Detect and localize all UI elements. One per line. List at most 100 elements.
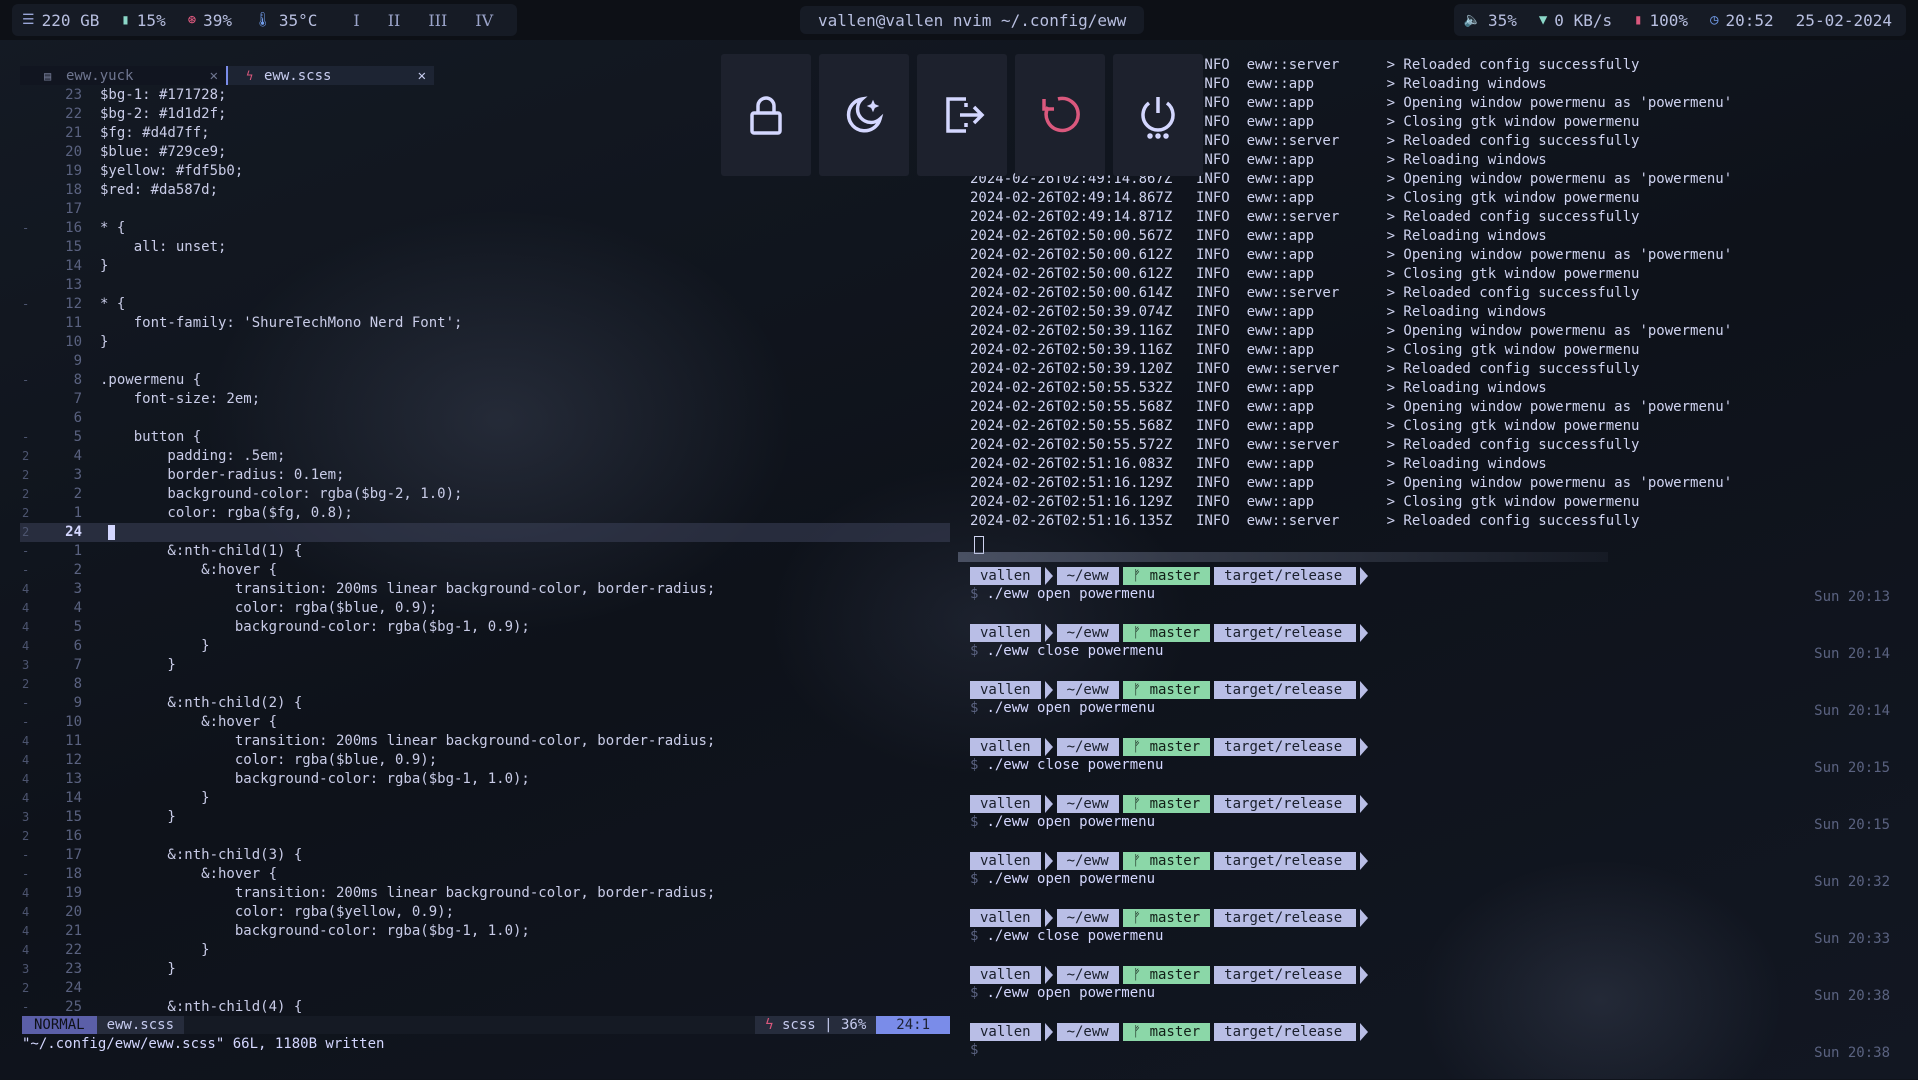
clock: ◷ 20:52 [1710,10,1774,30]
code-line[interactable]: 6 [20,409,950,428]
code-line[interactable]: - 16 * { [20,219,950,238]
line-number: 16 [65,220,82,236]
code-line[interactable]: 4 4 color: rgba($blue, 0.9); [20,599,950,618]
logout-button[interactable] [917,54,1007,176]
shell-command[interactable]: $ ./eww close powermenu [970,642,1908,661]
fold-sign: - [22,373,30,387]
network-stat[interactable]: ▼ 0 KB/s [1539,11,1612,30]
code-line[interactable]: 28 [20,675,950,694]
code-line[interactable]: 3 7 } [20,656,950,675]
line-number: 1 [73,543,82,559]
close-icon[interactable]: ✕ [210,68,218,84]
line-number: 4 [73,448,82,464]
code-line[interactable]: 2 24 [20,523,950,542]
shell-command[interactable]: $ ./eww open powermenu [970,699,1908,718]
top-bar: ☰ 220 GB ▮ 15% ⊛ 39% 🌡 35°C I II III IV … [0,0,1918,40]
code-line[interactable]: 18 $red: #da587d; [20,181,950,200]
code-line[interactable]: 13 [20,276,950,295]
memory-icon: ▮ [121,12,130,28]
code-line[interactable]: - 9 &:nth-child(2) { [20,694,950,713]
shell-command[interactable]: $ ./eww open powermenu [970,813,1908,832]
cursor-position: 24:1 [876,1016,950,1034]
chevron-right-icon [1360,624,1369,642]
code-buffer[interactable]: 23 $bg-1: #171728; 22 $bg-2: #1d1d2f; 21 $fg:… [20,86,950,1017]
code-line[interactable]: 10} [20,333,950,352]
code-line[interactable]: 11 font-family: 'ShureTechMono Nerd Font… [20,314,950,333]
log-level: INFO [1196,475,1230,491]
code-line[interactable]: 3 23 } [20,960,950,979]
code-line[interactable]: 4 3 transition: 200ms linear background-c… [20,580,950,599]
close-icon[interactable]: ✕ [418,68,426,84]
line-text: $yellow: #fdf5b0; [100,163,244,179]
code-line[interactable]: 14} [20,257,950,276]
code-line[interactable]: 4 11 transition: 200ms linear background-… [20,732,950,751]
code-line[interactable]: 7 font-size: 2em; [20,390,950,409]
code-line[interactable]: 15 all: unset; [20,238,950,257]
code-line[interactable]: 2 24 [20,979,950,998]
fold-sign: 2 [22,449,30,463]
code-line[interactable]: - 10 &:hover { [20,713,950,732]
line-number: 8 [73,372,82,388]
prompt-user: vallen [970,909,1041,927]
code-line[interactable]: 4 6 } [20,637,950,656]
shutdown-button[interactable] [1113,54,1203,176]
line-number: 19 [65,163,82,179]
line-text: padding: .5em; [100,448,286,464]
volume-stat[interactable]: 🔈 35% [1464,11,1517,30]
tab-eww-yuck[interactable]: ▤ eww.yuck ✕ [20,66,226,85]
code-line[interactable]: 4 12 color: rgba($blue, 0.9); [20,751,950,770]
code-line[interactable]: 2 4 padding: .5em; [20,447,950,466]
sass-icon: ϟ [765,1017,782,1033]
code-line[interactable]: 4 21 background-color: rgba($bg-1, 1.0); [20,922,950,941]
prompt-symbol: $ [970,814,979,830]
lock-icon [750,96,782,135]
code-line[interactable]: 2 2 background-color: rgba($bg-2, 1.0); [20,485,950,504]
workspace-2[interactable]: II [388,11,401,30]
code-line[interactable]: 4 20 color: rgba($yellow, 0.9); [20,903,950,922]
chevron-right-icon [1360,966,1369,984]
workspace-1[interactable]: I [353,11,359,30]
shell-command[interactable]: $ ./eww open powermenu [970,870,1908,889]
shell-history[interactable]: vallen ~/eww ᚠ master target/release $ ./eww … [970,567,1908,1080]
log-timestamp: 2024-02-26T02:50:55.532Z [970,380,1173,396]
line-text: } [100,809,176,825]
shell-command[interactable]: $ [970,1041,1908,1060]
sleep-button[interactable] [819,54,909,176]
code-line[interactable]: - 2 &:hover { [20,561,950,580]
tab-eww-scss[interactable]: ϟ eww.scss ✕ [226,66,434,85]
reboot-button[interactable] [1015,54,1105,176]
line-text: transition: 200ms linear background-colo… [100,581,716,597]
code-line[interactable]: 4 13 background-color: rgba($bg-1, 1.0); [20,770,950,789]
code-line[interactable]: - 18 &:hover { [20,865,950,884]
shell-command[interactable]: $ ./eww close powermenu [970,756,1908,775]
lock-button[interactable] [721,54,811,176]
code-line[interactable]: 2 1 color: rgba($fg, 0.8); [20,504,950,523]
code-line[interactable]: 2 16 [20,827,950,846]
shell-command[interactable]: $ ./eww open powermenu [970,984,1908,1003]
log-message: > Opening window powermenu as 'powermenu… [1386,475,1733,491]
code-line[interactable]: 4 22 } [20,941,950,960]
code-line[interactable]: 4 14 } [20,789,950,808]
code-line[interactable]: 3 15 } [20,808,950,827]
code-line[interactable]: - 12 * { [20,295,950,314]
pane-divider [958,552,1608,562]
code-line[interactable]: - 8 .powermenu { [20,371,950,390]
code-line[interactable]: 2 3 border-radius: 0.1em; [20,466,950,485]
line-text: button { [100,429,202,445]
prompt-target: target/release [1214,738,1357,756]
code-line[interactable]: 4 5 background-color: rgba($bg-1, 0.9); [20,618,950,637]
code-line[interactable]: - 17 &:nth-child(3) { [20,846,950,865]
code-line[interactable]: - 25 &:nth-child(4) { [20,998,950,1017]
shell-command[interactable]: $ ./eww close powermenu [970,927,1908,946]
log-level: INFO [1196,209,1230,225]
code-line[interactable]: 9 [20,352,950,371]
workspace-4[interactable]: IV [475,11,493,30]
log-timestamp: 2024-02-26T02:50:55.572Z [970,437,1173,453]
code-line[interactable]: - 5 button { [20,428,950,447]
code-line[interactable]: - 1 &:nth-child(1) { [20,542,950,561]
workspace-3[interactable]: III [428,11,447,30]
shell-command[interactable]: $ ./eww open powermenu [970,585,1908,604]
command-line[interactable]: "~/.config/eww/eww.scss" 66L, 1180B writ… [22,1036,384,1052]
code-line[interactable]: 4 19 transition: 200ms linear background-… [20,884,950,903]
code-line[interactable]: 17 [20,200,950,219]
